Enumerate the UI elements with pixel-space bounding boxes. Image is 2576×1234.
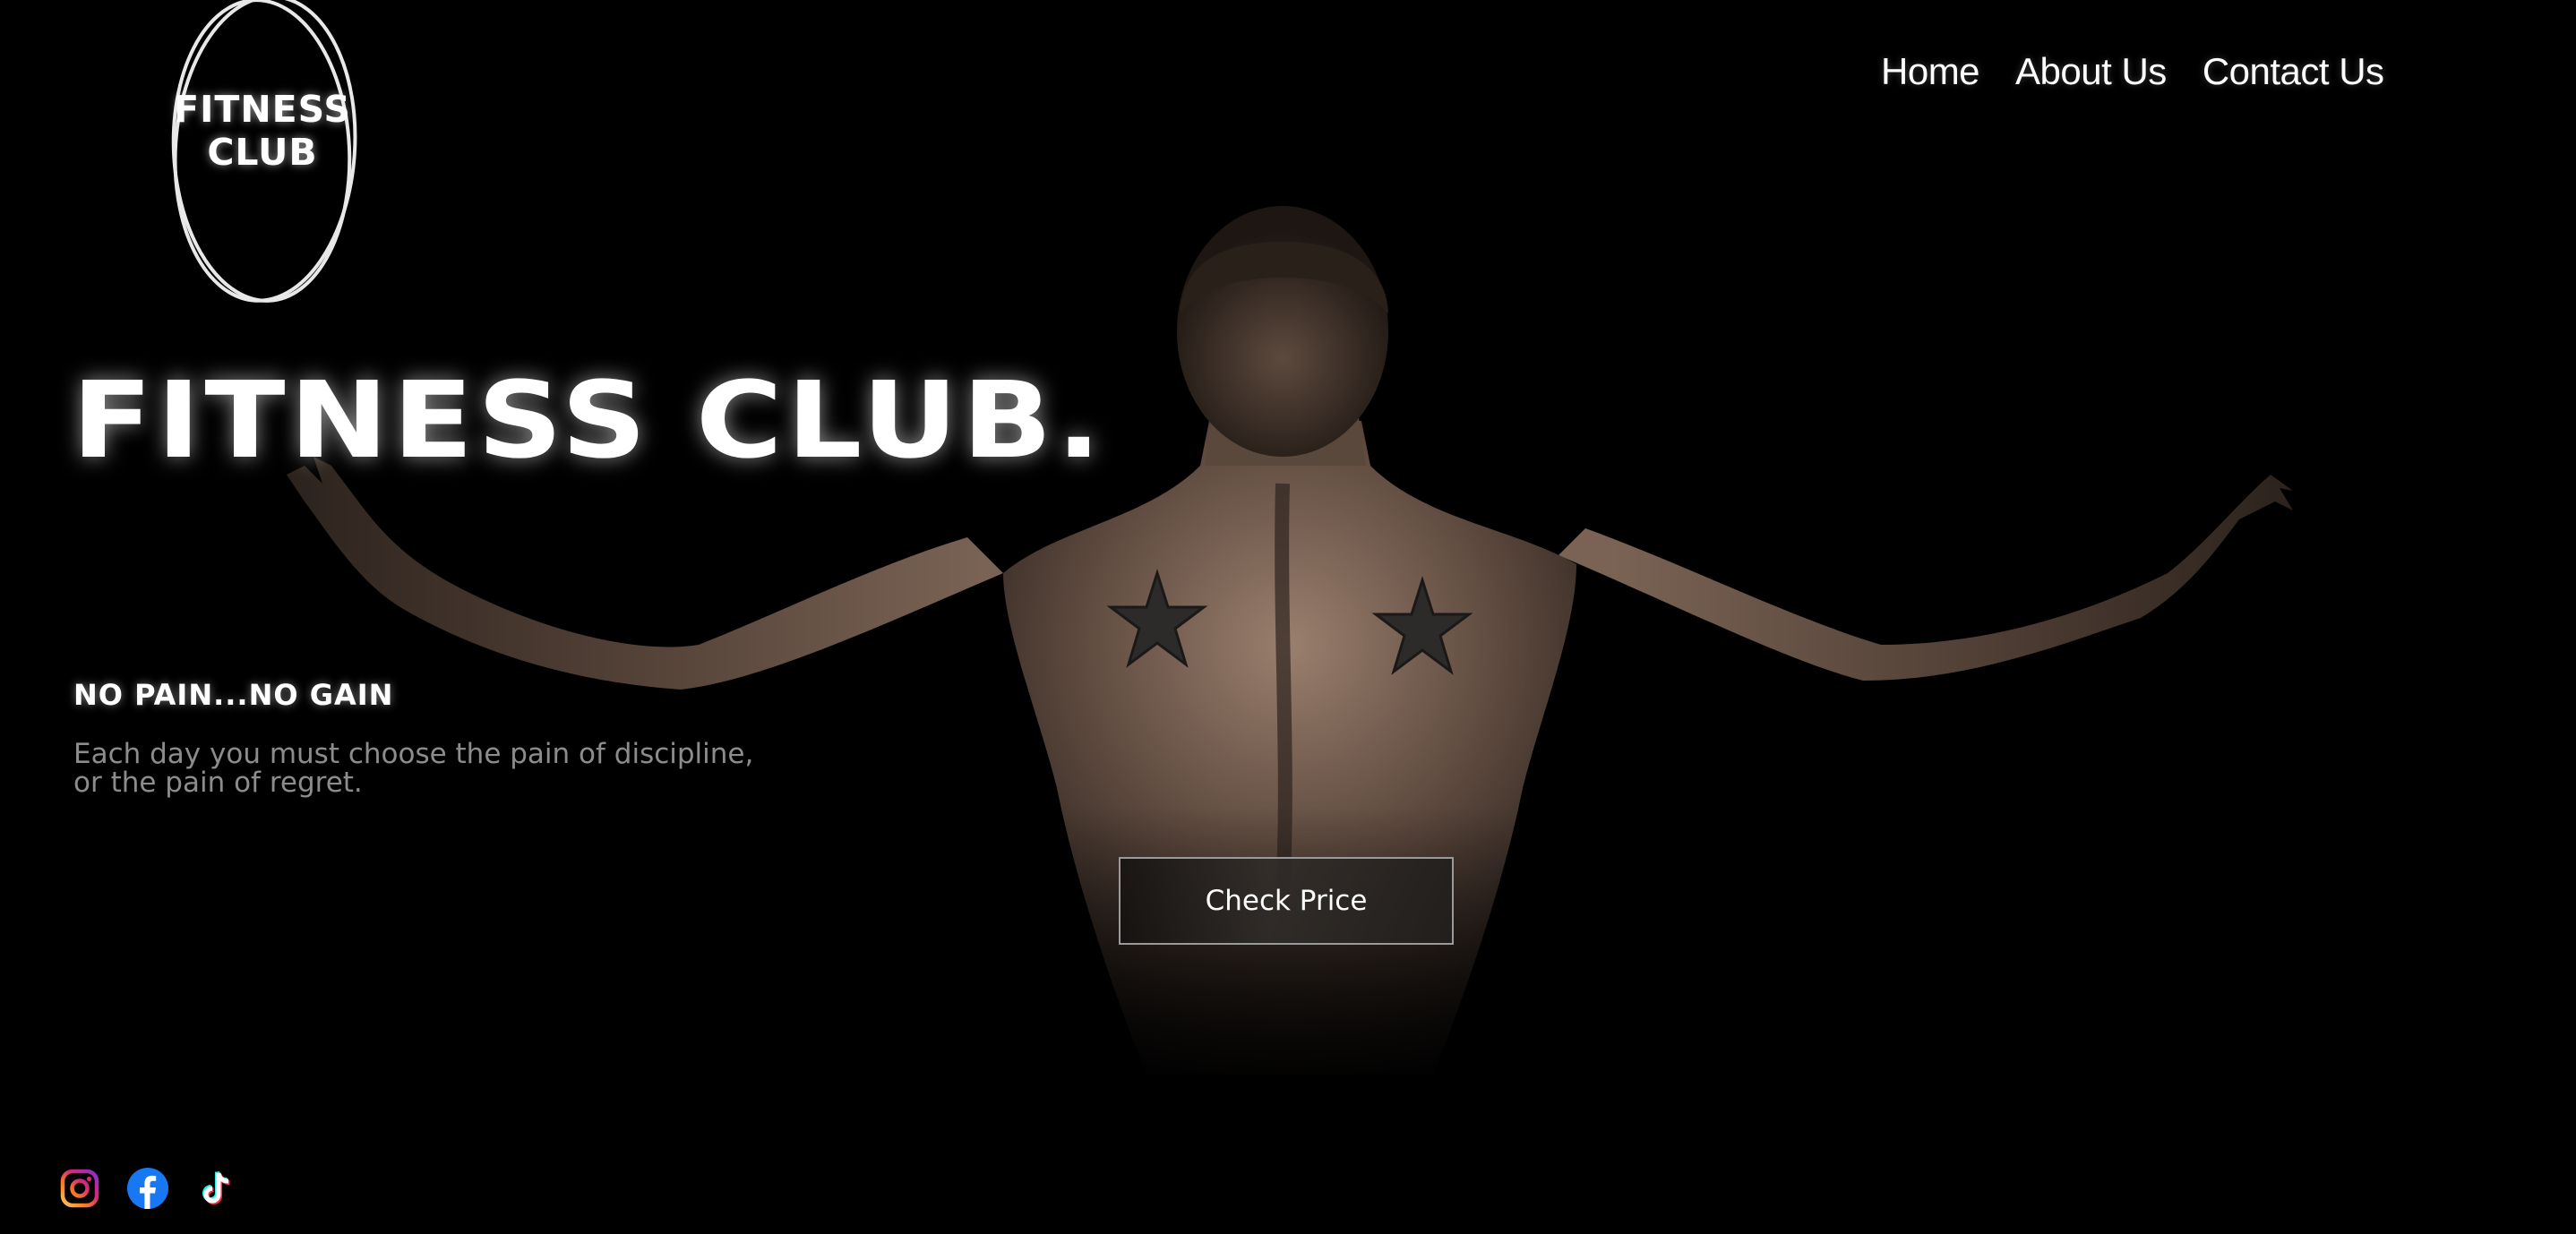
- quote-line-2: or the pain of regret.: [73, 767, 363, 799]
- logo-text: FITNESS CLUB: [167, 88, 358, 174]
- nav-home-link[interactable]: Home: [1881, 50, 1980, 93]
- logo-line2: CLUB: [207, 131, 318, 174]
- instagram-icon: [60, 1169, 99, 1208]
- facebook-icon: [127, 1168, 168, 1209]
- hero-quote: Each day you must choose the pain of dis…: [73, 740, 808, 797]
- quote-line-1: Each day you must choose the pain of dis…: [73, 738, 754, 770]
- check-price-button[interactable]: Check Price: [1119, 857, 1454, 945]
- hero-image: [0, 206, 2576, 1234]
- club-logo[interactable]: FITNESS CLUB: [167, 0, 358, 310]
- nav-contact-link[interactable]: Contact Us: [2202, 50, 2384, 93]
- social-links: [59, 1168, 236, 1209]
- logo-line1: FITNESS: [174, 88, 351, 131]
- tiktok-link[interactable]: [195, 1168, 236, 1209]
- hero-headline: FITNESS CLUB.: [72, 358, 1105, 482]
- main-nav: Home About Us Contact Us: [1881, 50, 2384, 93]
- landing-page: FITNESS CLUB Home About Us Contact Us FI…: [0, 0, 2576, 1234]
- nav-about-link[interactable]: About Us: [2015, 50, 2167, 93]
- hero-tagline: NO PAIN...NO GAIN: [73, 678, 394, 712]
- instagram-link[interactable]: [59, 1168, 100, 1209]
- tiktok-icon: [202, 1170, 230, 1204]
- facebook-link[interactable]: [127, 1168, 168, 1209]
